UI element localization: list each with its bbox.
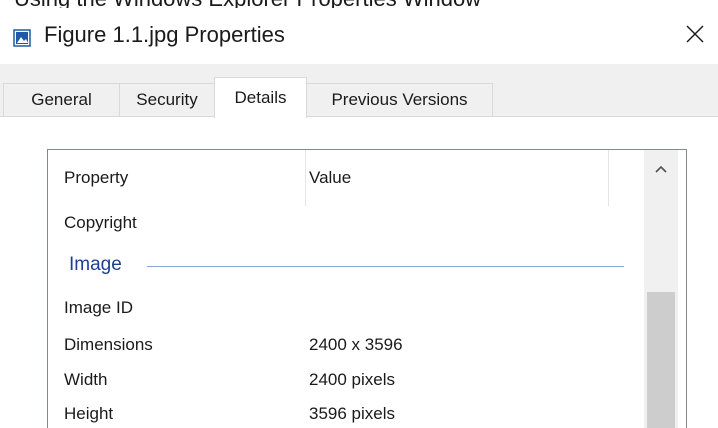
group-divider <box>147 266 624 267</box>
property-dimensions[interactable]: Dimensions <box>64 335 153 355</box>
title-bar[interactable]: Figure 1.1.jpg Properties <box>0 8 718 64</box>
background-document-text: Using the Windows Explorer Properties Wi… <box>14 0 481 8</box>
close-button[interactable] <box>672 8 718 64</box>
tab-details[interactable]: Details <box>214 77 307 118</box>
tab-label: General <box>31 90 92 109</box>
group-header-image: Image <box>69 254 122 275</box>
tab-label: Security <box>136 90 198 109</box>
tab-label: Previous Versions <box>331 90 468 109</box>
value-dimensions[interactable]: 2400 x 3596 <box>309 335 403 355</box>
value-width[interactable]: 2400 pixels <box>309 370 395 390</box>
column-header-label: Value <box>309 168 352 187</box>
chevron-up-icon <box>654 161 668 179</box>
column-header-property[interactable]: Property <box>64 150 304 206</box>
tab-previous-versions[interactable]: Previous Versions <box>306 83 493 116</box>
property-copyright[interactable]: Copyright <box>64 213 137 233</box>
property-height[interactable]: Height <box>64 404 113 424</box>
details-list[interactable]: Property Value Copyright Image Image ID … <box>47 149 687 428</box>
scroll-up-button[interactable] <box>644 150 678 190</box>
image-file-icon <box>13 29 31 47</box>
column-header-value[interactable]: Value <box>309 150 609 206</box>
column-divider[interactable] <box>608 150 609 206</box>
window-title: Figure 1.1.jpg Properties <box>44 22 285 47</box>
close-icon <box>685 24 705 49</box>
tab-security[interactable]: Security <box>119 83 215 116</box>
property-width[interactable]: Width <box>64 370 107 390</box>
value-height[interactable]: 3596 pixels <box>309 404 395 424</box>
column-divider[interactable] <box>305 150 306 206</box>
scrollbar-thumb[interactable] <box>647 292 675 428</box>
vertical-scrollbar[interactable] <box>644 150 678 428</box>
properties-dialog: Using the Windows Explorer Properties Wi… <box>0 0 718 428</box>
background-document-strip: Using the Windows Explorer Properties Wi… <box>0 0 718 8</box>
column-header-label: Property <box>64 168 129 187</box>
property-image-id[interactable]: Image ID <box>64 298 133 318</box>
tab-label: Details <box>234 88 287 107</box>
tab-general[interactable]: General <box>3 83 120 116</box>
